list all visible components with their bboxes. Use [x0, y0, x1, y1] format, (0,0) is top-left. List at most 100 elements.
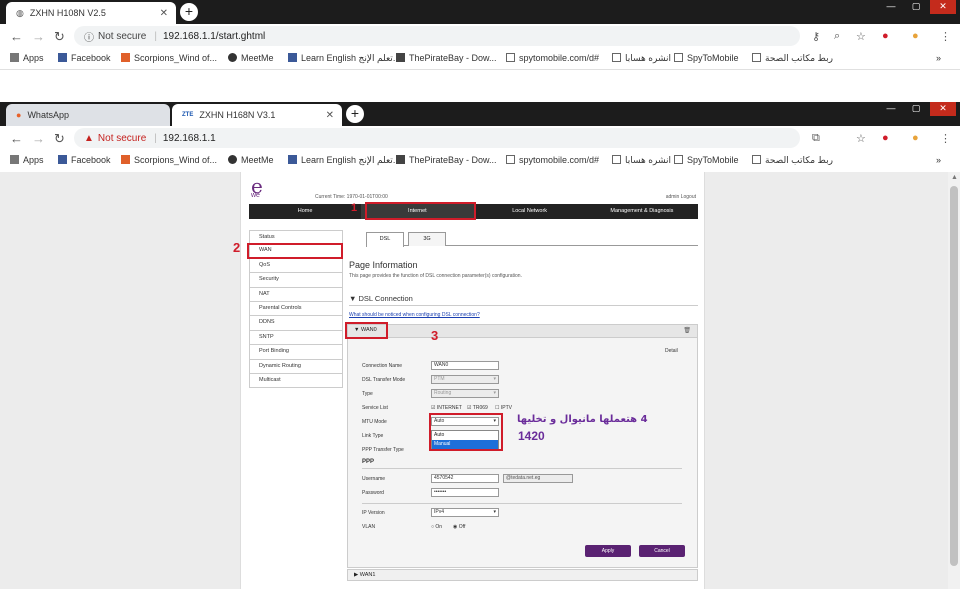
input-username[interactable]: 4570542 — [431, 474, 499, 483]
front-tabstrip: ● WhatsApp ZTE ZXHN H168N V3.1 ✕ + — ▢ ✕ — [0, 102, 960, 126]
cancel-button[interactable]: Cancel — [639, 545, 685, 557]
trash-icon[interactable]: 🗑 — [683, 327, 691, 334]
bookmark-meetme[interactable]: MeetMe — [228, 53, 274, 63]
warning-icon: ▲ — [84, 132, 94, 144]
menu-icon[interactable]: ⋮ — [940, 132, 951, 145]
bookmark-apps[interactable]: Apps — [10, 155, 44, 165]
scrollbar[interactable]: ▲ — [948, 172, 960, 589]
bookmark-piratebay[interactable]: ThePirateBay - Dow... — [396, 53, 497, 63]
checkbox-internet[interactable]: ☑ INTERNET — [431, 405, 462, 411]
label-dsl-mode: DSL Transfer Mode — [362, 377, 406, 383]
key-icon[interactable]: ⚷ — [812, 30, 820, 43]
wan1-row[interactable]: ▶ WAN1 — [347, 569, 698, 581]
bookmarks-overflow-icon[interactable]: » — [936, 53, 941, 63]
bookmark-learn-english[interactable]: Learn English تعلم الإنج... — [288, 53, 400, 64]
reload-icon[interactable]: ↻ — [54, 29, 65, 45]
maximize-icon[interactable]: ▢ — [905, 102, 927, 116]
opera-icon[interactable]: ● — [882, 30, 889, 42]
zoom-icon[interactable]: ⌕ — [834, 30, 840, 43]
white-gap — [0, 72, 960, 102]
detail-link[interactable]: Detail — [665, 348, 678, 354]
front-omnibox[interactable]: ▲ Not secure | 192.168.1.1 — [74, 128, 800, 148]
scroll-up-icon[interactable]: ▲ — [951, 174, 958, 181]
wan0-panel — [347, 338, 698, 568]
back-browser-window: ◍ ZXHN H108N V2.5 ✕ + — ▢ ✕ ← → ↻ ⓘ Not … — [0, 0, 960, 72]
bookmark-learn-english[interactable]: Learn English تعلم الإنج... — [288, 155, 400, 166]
label-vlan: VLAN — [362, 524, 376, 530]
reload-icon[interactable]: ↻ — [54, 131, 65, 147]
menu-management[interactable]: Management & Diagnosis — [586, 204, 698, 219]
bookmark-arabic-1[interactable]: انشره هسابا — [612, 155, 671, 166]
sidebar-item-security[interactable]: Security — [249, 273, 343, 288]
profile-icon[interactable]: ● — [912, 30, 919, 42]
wan0-header[interactable]: ▼ WAN0 🗑 — [347, 324, 698, 338]
bookmarks-overflow-icon[interactable]: » — [936, 155, 941, 165]
bookmark-spytomobile[interactable]: spytomobile.com/d# — [506, 155, 599, 165]
select-ip-version[interactable]: IPv4 ▾ — [431, 508, 499, 517]
sidebar-item-qos[interactable]: QoS — [249, 258, 343, 274]
smile-icon — [228, 53, 237, 62]
annotation-number-3: 3 — [431, 328, 439, 343]
opera-icon[interactable]: ● — [882, 132, 889, 144]
user-logout[interactable]: admin Logout — [666, 194, 696, 200]
minimize-icon[interactable]: — — [880, 0, 902, 14]
bookmark-spytomobile[interactable]: spytomobile.com/d# — [506, 53, 599, 63]
menu-icon[interactable]: ⋮ — [940, 30, 951, 43]
checkbox-tr069[interactable]: ☑ TR069 — [467, 405, 488, 411]
forward-arrow-icon[interactable]: → — [32, 131, 45, 146]
bookmark-arabic-1[interactable]: انشره هسابا — [612, 53, 671, 64]
bookmark-meetme[interactable]: MeetMe — [228, 155, 274, 165]
maximize-icon[interactable]: ▢ — [905, 0, 927, 14]
sidebar-item-port-binding[interactable]: Port Binding — [249, 345, 343, 360]
bookmark-piratebay[interactable]: ThePirateBay - Dow... — [396, 155, 497, 165]
bookmark-spytomobile-2[interactable]: SpyToMobile — [674, 155, 739, 165]
bookmark-arabic-2[interactable]: ربط مكاتب الصحة — [752, 53, 833, 64]
new-tab-button[interactable]: + — [346, 105, 364, 123]
bookmark-arabic-2[interactable]: ربط مكاتب الصحة — [752, 155, 833, 166]
profile-icon[interactable]: ● — [912, 132, 919, 144]
scrollbar-thumb[interactable] — [950, 186, 958, 566]
star-icon[interactable]: ☆ — [856, 132, 866, 145]
bookmark-facebook[interactable]: Facebook — [58, 53, 111, 63]
input-password[interactable]: ••••••• — [431, 488, 499, 497]
router-tab[interactable]: ZTE ZXHN H168N V3.1 ✕ — [172, 104, 342, 126]
close-window-icon[interactable]: ✕ — [930, 102, 956, 116]
bookmark-scorpions[interactable]: Scorpions_Wind of... — [121, 155, 217, 165]
tab-dsl[interactable]: DSL — [366, 232, 404, 247]
close-tab-icon[interactable]: ✕ — [326, 110, 334, 121]
back-tab[interactable]: ◍ ZXHN H108N V2.5 ✕ — [6, 2, 176, 24]
bookmark-spytomobile-2[interactable]: SpyToMobile — [674, 53, 739, 63]
bookmark-facebook[interactable]: Facebook — [58, 155, 111, 165]
radio-vlan-on[interactable]: ○ On — [431, 524, 442, 530]
new-tab-button[interactable]: + — [180, 3, 198, 21]
back-arrow-icon[interactable]: ← — [10, 131, 23, 146]
page-icon — [752, 53, 761, 62]
input-connection-name[interactable]: WAN0 — [431, 361, 499, 370]
star-icon[interactable]: ☆ — [856, 30, 866, 43]
back-omnibox[interactable]: ⓘ Not secure | 192.168.1.1/start.ghtml — [74, 26, 800, 46]
radio-vlan-off[interactable]: ◉ Off — [453, 524, 465, 530]
divider — [362, 503, 682, 504]
close-window-icon[interactable]: ✕ — [930, 0, 956, 14]
sidebar-item-dynamic-routing[interactable]: Dynamic Routing — [249, 359, 343, 374]
notice-link[interactable]: What should be noticed when configuring … — [349, 312, 480, 318]
menu-local-network[interactable]: Local Network — [474, 204, 586, 219]
minimize-icon[interactable]: — — [880, 102, 902, 116]
whatsapp-tab[interactable]: ● WhatsApp — [6, 104, 170, 126]
sidebar-item-multicast[interactable]: Multicast — [249, 373, 343, 389]
sidebar-item-nat[interactable]: NAT — [249, 287, 343, 302]
bookmark-apps[interactable]: Apps — [10, 53, 44, 63]
translate-icon[interactable]: ⧉ — [812, 132, 820, 145]
sidebar-item-sntp[interactable]: SNTP — [249, 330, 343, 346]
apply-button[interactable]: Apply — [585, 545, 631, 557]
back-arrow-icon[interactable]: ← — [10, 29, 23, 44]
forward-arrow-icon[interactable]: → — [32, 29, 45, 44]
checkbox-iptv[interactable]: ☐ IPTV — [495, 405, 512, 411]
tab-3g[interactable]: 3G — [408, 232, 446, 246]
menu-home[interactable]: Home — [249, 204, 361, 219]
sidebar-item-ddns[interactable]: DDNS — [249, 316, 343, 331]
bookmark-scorpions[interactable]: Scorpions_Wind of... — [121, 53, 217, 63]
sidebar-item-parental[interactable]: Parental Controls — [249, 301, 343, 317]
close-tab-icon[interactable]: ✕ — [160, 8, 168, 19]
dsl-connection-heading[interactable]: ▼ DSL Connection — [349, 294, 413, 303]
